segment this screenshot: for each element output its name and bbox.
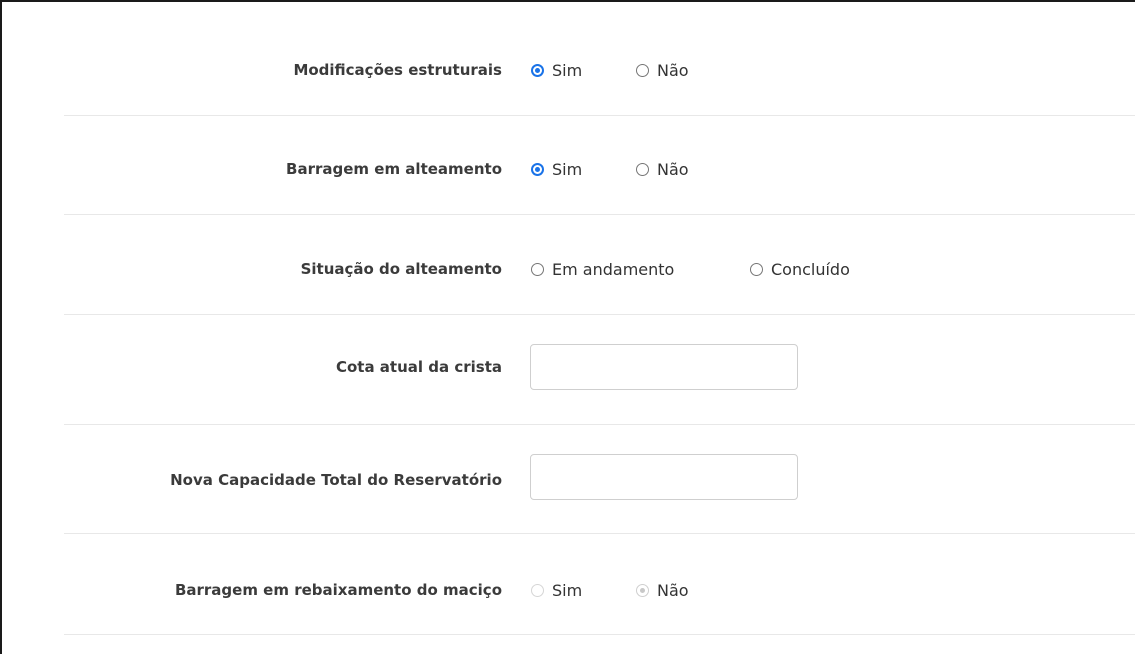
radio-checked-icon[interactable]: [531, 163, 544, 176]
radio-checked-icon[interactable]: [636, 584, 649, 597]
radio-label: Sim: [552, 581, 583, 600]
radio-unchecked-icon[interactable]: [636, 64, 649, 77]
radio-label: Sim: [552, 160, 583, 179]
form-row-modificacoes: Modificações estruturais Sim Não: [64, 2, 1135, 116]
field-label: Modificações estruturais: [293, 61, 502, 79]
radio-option-concluido[interactable]: Concluído: [750, 260, 850, 279]
radio-label: Não: [657, 581, 689, 600]
radio-option-nao[interactable]: Não: [636, 160, 689, 179]
radio-unchecked-icon[interactable]: [636, 163, 649, 176]
cota-crista-input[interactable]: [530, 344, 798, 390]
form-row-alteamento: Barragem em alteamento Sim Não: [64, 115, 1135, 215]
radio-option-sim[interactable]: Sim: [531, 160, 582, 179]
radio-unchecked-icon[interactable]: [531, 584, 544, 597]
radio-option-nao-disabled[interactable]: Não: [636, 581, 689, 600]
field-label: Situação do alteamento: [300, 260, 502, 278]
radio-option-em-andamento[interactable]: Em andamento: [531, 260, 674, 279]
field-label: Barragem em rebaixamento do maciço: [174, 581, 502, 599]
field-label: Cota atual da crista: [335, 358, 502, 376]
radio-option-nao[interactable]: Não: [636, 61, 689, 80]
radio-label: Não: [657, 61, 689, 80]
form-row-situacao: Situação do alteamento Em andamento Conc…: [64, 214, 1135, 315]
form-row-cota: Cota atual da crista: [64, 314, 1135, 425]
radio-unchecked-icon[interactable]: [750, 263, 763, 276]
radio-label: Em andamento: [552, 260, 675, 279]
radio-unchecked-icon[interactable]: [531, 263, 544, 276]
capacidade-reservatorio-input[interactable]: [530, 454, 798, 500]
radio-checked-icon[interactable]: [531, 64, 544, 77]
field-label: Nova Capacidade Total do Reservatório: [170, 471, 502, 489]
radio-option-sim[interactable]: Sim: [531, 61, 582, 80]
radio-label: Sim: [552, 61, 583, 80]
form-row-rebaixamento: Barragem em rebaixamento do maciço Sim N…: [64, 533, 1135, 635]
form-row-capacidade: Nova Capacidade Total do Reservatório: [64, 424, 1135, 534]
radio-option-sim-disabled[interactable]: Sim: [531, 581, 582, 600]
radio-label: Concluído: [771, 260, 850, 279]
field-label: Barragem em alteamento: [286, 160, 502, 178]
radio-label: Não: [657, 160, 689, 179]
form-panel: Modificações estruturais Sim Não Barrage…: [0, 0, 1135, 654]
